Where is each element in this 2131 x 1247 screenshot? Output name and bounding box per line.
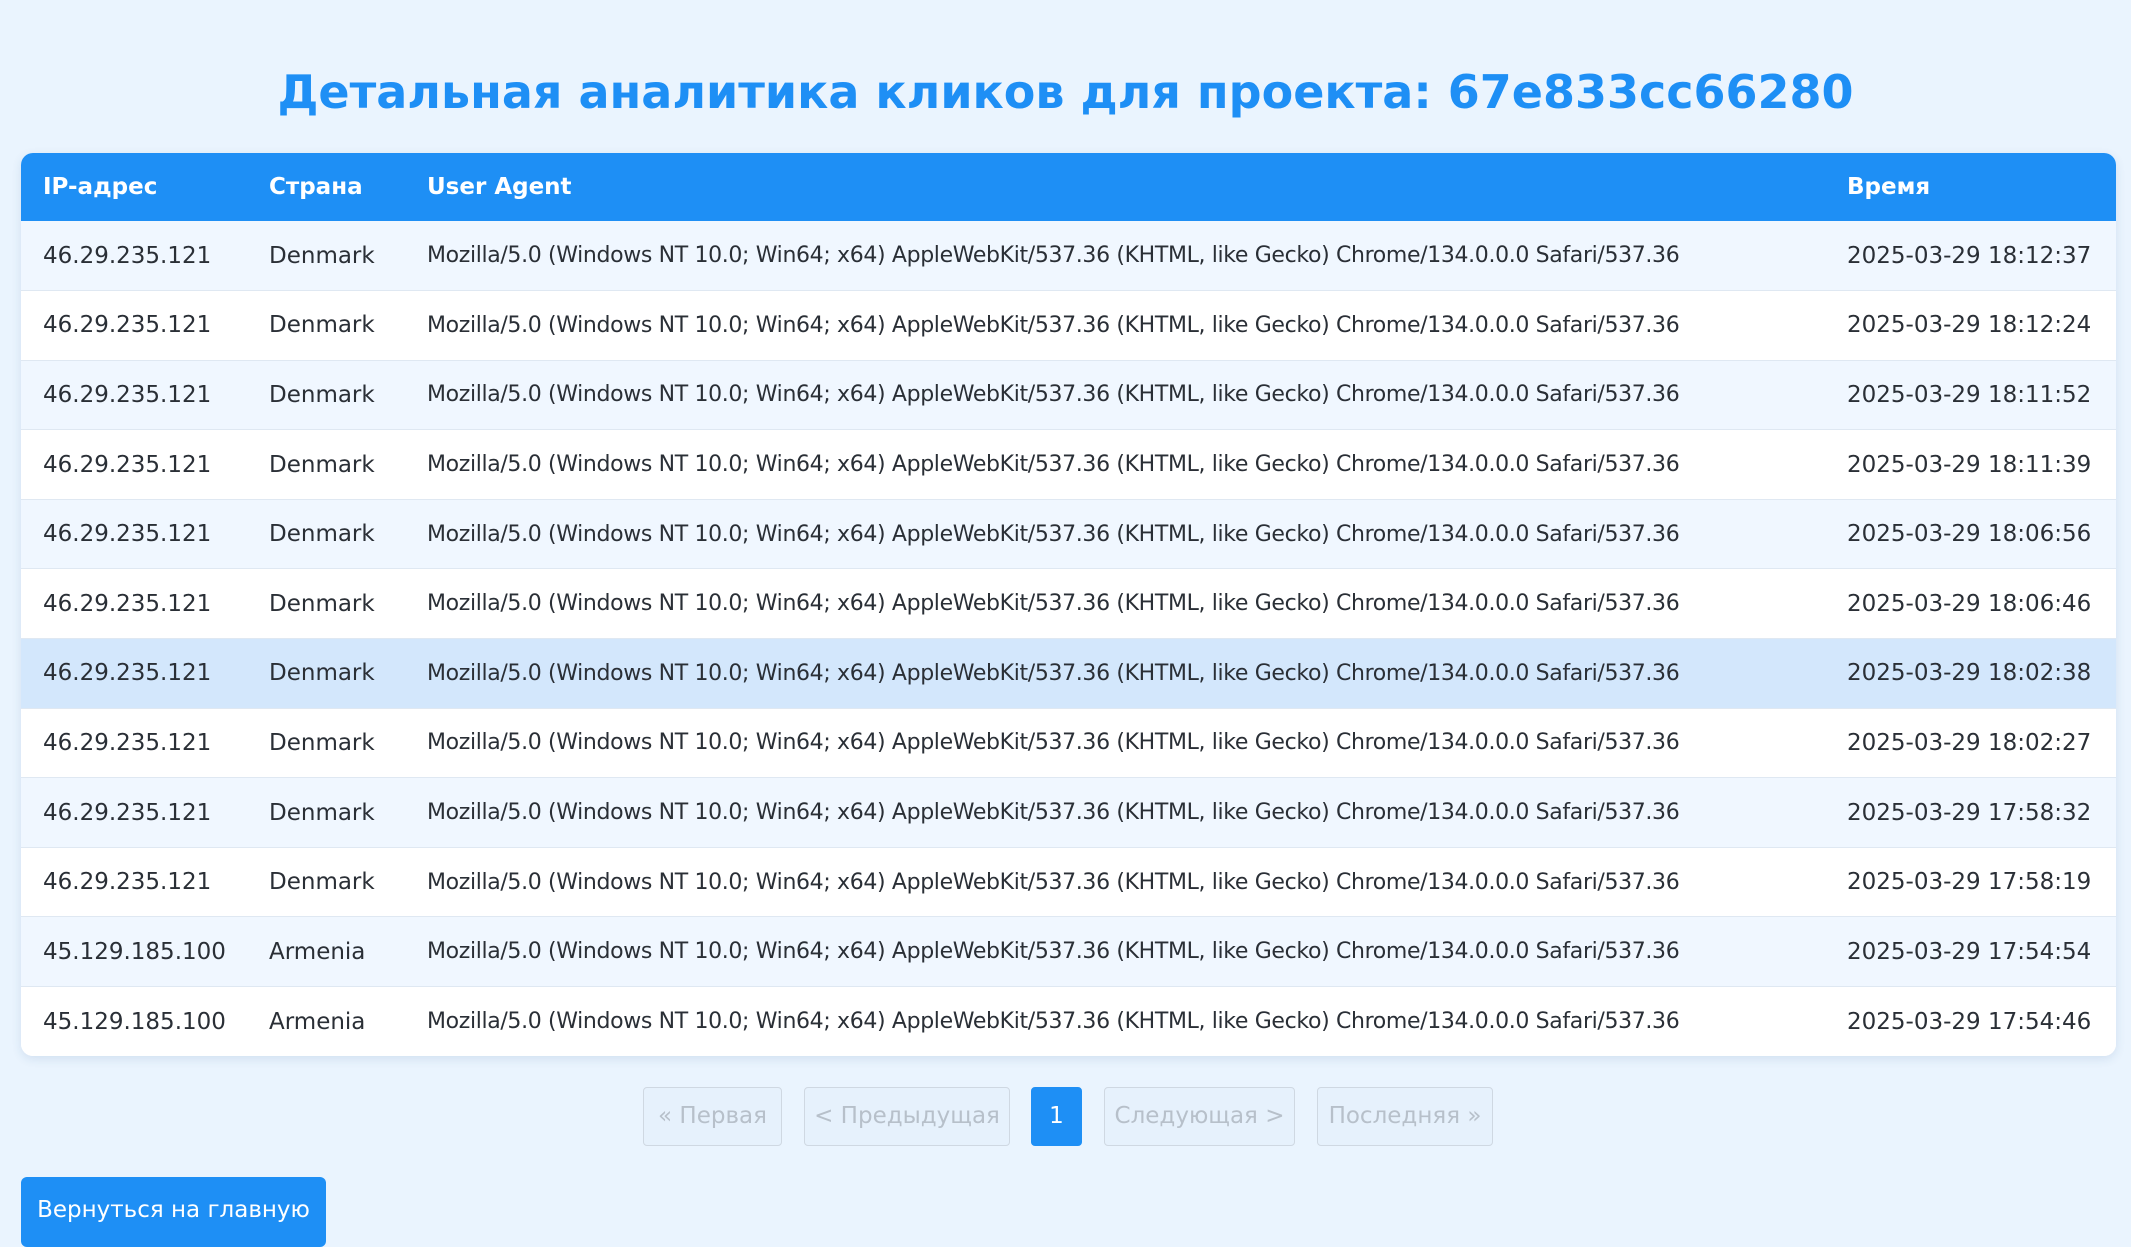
user-agent-cell: Mozilla/5.0 (Windows NT 10.0; Win64; x64… [427,730,1680,756]
column-header-country: Страна [269,174,363,200]
time-cell: 2025-03-29 18:11:52 [1847,381,2092,408]
table-row: 46.29.235.121 Denmark Mozilla/5.0 (Windo… [21,290,2116,361]
ip-cell: 46.29.235.121 [43,242,212,269]
table-row: 46.29.235.121 Denmark Mozilla/5.0 (Windo… [21,568,2116,639]
ip-cell: 46.29.235.121 [43,869,212,896]
time-cell: 2025-03-29 18:11:39 [1847,451,2092,478]
time-cell: 2025-03-29 18:02:38 [1847,660,2092,687]
ip-cell: 46.29.235.121 [43,660,212,687]
ip-cell: 46.29.235.121 [43,312,212,339]
country-cell: Denmark [269,590,375,617]
table-row: 45.129.185.100 Armenia Mozilla/5.0 (Wind… [21,986,2116,1056]
country-cell: Denmark [269,521,375,548]
table-row: 46.29.235.121 Denmark Mozilla/5.0 (Windo… [21,221,2116,291]
ip-cell: 46.29.235.121 [43,381,212,408]
clicks-table: IP-адрес Страна User Agent Время 46.29.2… [21,153,2116,1056]
user-agent-cell: Mozilla/5.0 (Windows NT 10.0; Win64; x64… [427,1009,1680,1035]
table-header: IP-адрес Страна User Agent Время [21,153,2116,221]
user-agent-cell: Mozilla/5.0 (Windows NT 10.0; Win64; x64… [427,243,1680,269]
table-body: 46.29.235.121 Denmark Mozilla/5.0 (Windo… [21,221,2116,1056]
country-cell: Denmark [269,312,375,339]
column-header-ip: IP-адрес [43,174,158,200]
user-agent-cell: Mozilla/5.0 (Windows NT 10.0; Win64; x64… [427,452,1680,478]
time-cell: 2025-03-29 17:58:32 [1847,799,2092,826]
time-cell: 2025-03-29 17:58:19 [1847,869,2092,896]
pagination-first-button[interactable]: « Первая [643,1087,782,1146]
time-cell: 2025-03-29 18:12:37 [1847,242,2092,269]
country-cell: Armenia [269,1008,366,1035]
time-cell: 2025-03-29 18:06:56 [1847,521,2092,548]
pagination-page-1-button[interactable]: 1 [1031,1087,1082,1146]
table-row: 46.29.235.121 Denmark Mozilla/5.0 (Windo… [21,777,2116,848]
table-row: 46.29.235.121 Denmark Mozilla/5.0 (Windo… [21,708,2116,778]
pagination-prev-button[interactable]: < Предыдущая [804,1087,1010,1146]
country-cell: Denmark [269,381,375,408]
user-agent-cell: Mozilla/5.0 (Windows NT 10.0; Win64; x64… [427,939,1680,965]
country-cell: Denmark [269,799,375,826]
time-cell: 2025-03-29 18:06:46 [1847,590,2092,617]
table-row: 45.129.185.100 Armenia Mozilla/5.0 (Wind… [21,916,2116,987]
country-cell: Denmark [269,242,375,269]
country-cell: Armenia [269,938,366,965]
page-title: Детальная аналитика кликов для проекта: … [277,65,1854,119]
ip-cell: 46.29.235.121 [43,451,212,478]
pagination: « Первая < Предыдущая 1 Следующая > Посл… [0,1087,2131,1146]
pagination-last-button[interactable]: Последняя » [1317,1087,1493,1146]
table-row-hovered: 46.29.235.121 Denmark Mozilla/5.0 (Windo… [21,638,2116,709]
ip-cell: 46.29.235.121 [43,521,212,548]
table-header-row: IP-адрес Страна User Agent Время [21,153,2116,221]
ip-cell: 46.29.235.121 [43,590,212,617]
user-agent-cell: Mozilla/5.0 (Windows NT 10.0; Win64; x64… [427,312,1680,338]
country-cell: Denmark [269,869,375,896]
ip-cell: 46.29.235.121 [43,729,212,756]
table-row: 46.29.235.121 Denmark Mozilla/5.0 (Windo… [21,360,2116,430]
table-row: 46.29.235.121 Denmark Mozilla/5.0 (Windo… [21,429,2116,500]
user-agent-cell: Mozilla/5.0 (Windows NT 10.0; Win64; x64… [427,869,1680,895]
user-agent-cell: Mozilla/5.0 (Windows NT 10.0; Win64; x64… [427,382,1680,408]
user-agent-cell: Mozilla/5.0 (Windows NT 10.0; Win64; x64… [427,591,1680,617]
country-cell: Denmark [269,660,375,687]
time-cell: 2025-03-29 18:12:24 [1847,312,2092,339]
column-header-user-agent: User Agent [427,174,572,200]
ip-cell: 45.129.185.100 [43,938,226,965]
clicks-table-card: IP-адрес Страна User Agent Время 46.29.2… [21,153,2116,1056]
user-agent-cell: Mozilla/5.0 (Windows NT 10.0; Win64; x64… [427,660,1680,686]
table-row: 46.29.235.121 Denmark Mozilla/5.0 (Windo… [21,499,2116,569]
ip-cell: 46.29.235.121 [43,799,212,826]
column-header-time: Время [1847,174,1931,200]
time-cell: 2025-03-29 18:02:27 [1847,729,2092,756]
country-cell: Denmark [269,729,375,756]
pagination-next-button[interactable]: Следующая > [1104,1087,1295,1146]
user-agent-cell: Mozilla/5.0 (Windows NT 10.0; Win64; x64… [427,800,1680,826]
time-cell: 2025-03-29 17:54:54 [1847,938,2092,965]
table-row: 46.29.235.121 Denmark Mozilla/5.0 (Windo… [21,847,2116,917]
country-cell: Denmark [269,451,375,478]
time-cell: 2025-03-29 17:54:46 [1847,1008,2092,1035]
user-agent-cell: Mozilla/5.0 (Windows NT 10.0; Win64; x64… [427,521,1680,547]
ip-cell: 45.129.185.100 [43,1008,226,1035]
